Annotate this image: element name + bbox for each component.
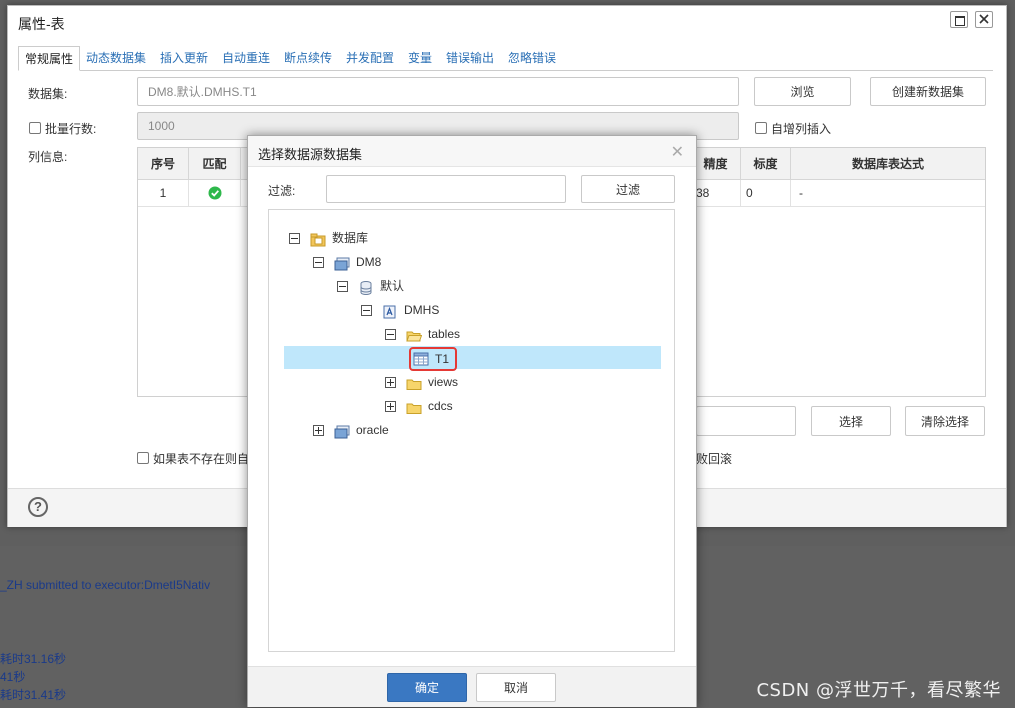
tree-node-dm8[interactable]: DM8	[313, 250, 381, 274]
log-line: 耗时31.16秒	[0, 652, 67, 666]
tab-concurrency[interactable]: 并发配置	[346, 46, 394, 70]
cell-match	[189, 180, 241, 207]
tree-selection-row	[284, 346, 661, 369]
folder-icon	[406, 375, 422, 390]
batch-rows-checkbox[interactable]	[29, 122, 41, 134]
tab-ignore-errors[interactable]: 忽略错误	[508, 46, 556, 70]
log-line: 耗时31.41秒	[0, 688, 67, 702]
tree-node-cdcs[interactable]: cdcs	[385, 394, 453, 418]
batch-rows-label: 批量行数:	[45, 122, 97, 136]
tab-general[interactable]: 常规属性	[18, 46, 81, 71]
auto-increment-label: 自增列插入	[771, 122, 832, 136]
dialog-title: 属性-表	[18, 16, 65, 32]
server-icon	[334, 255, 350, 271]
maximize-button[interactable]	[950, 11, 968, 28]
tab-error-output[interactable]: 错误输出	[446, 46, 494, 70]
schema-icon	[382, 303, 398, 319]
dataset-label: 数据集:	[28, 87, 68, 101]
cell-db-expression: -	[791, 180, 985, 207]
create-if-missing-checkbox[interactable]	[137, 452, 149, 464]
select-button[interactable]: 选择	[811, 406, 891, 436]
table-icon	[413, 352, 429, 366]
col-header-precision: 精度	[691, 148, 741, 180]
tree-label: tables	[428, 327, 461, 341]
create-dataset-button[interactable]: 创建新数据集	[870, 77, 986, 106]
tree-node-oracle[interactable]: oracle	[313, 418, 389, 442]
tree-node-dmhs[interactable]: DMHS	[361, 298, 439, 322]
collapse-icon[interactable]	[361, 304, 372, 316]
watermark: CSDN @浮世万千，看尽繁华	[756, 680, 1001, 701]
expand-icon[interactable]	[313, 424, 324, 436]
filter-label: 过滤:	[268, 184, 296, 198]
filter-input[interactable]	[326, 175, 566, 203]
modal-header: 选择数据源数据集 ✕	[248, 136, 696, 167]
create-if-missing-label: 如果表不存在则自	[153, 452, 250, 466]
tab-resume[interactable]: 断点续传	[284, 46, 332, 70]
tree-label: DMHS	[404, 303, 440, 317]
tab-auto-reconnect[interactable]: 自动重连	[222, 46, 270, 70]
dataset-tree: 数据库 DM8 默认 DMHS tables T1 views cdcs ora…	[268, 209, 675, 652]
collapse-icon[interactable]	[313, 256, 324, 268]
database-icon	[358, 279, 374, 295]
filter-button[interactable]: 过滤	[581, 175, 675, 203]
tab-insert-update[interactable]: 插入更新	[160, 46, 208, 70]
server-icon	[334, 423, 350, 439]
folder-icon	[406, 399, 422, 414]
tree-label: DM8	[356, 255, 382, 269]
tab-bar: 常规属性 动态数据集 插入更新 自动重连 断点续传 并发配置 变量 错误输出 忽…	[18, 46, 993, 71]
dataset-input[interactable]: DM8.默认.DMHS.T1	[137, 77, 739, 106]
modal-close-icon[interactable]: ✕	[671, 142, 684, 162]
tree-node-views[interactable]: views	[385, 370, 458, 394]
tree-label: T1	[435, 352, 450, 366]
clear-selection-button[interactable]: 清除选择	[905, 406, 985, 436]
folder-open-icon	[406, 327, 423, 342]
tree-node-t1[interactable]: T1	[409, 347, 458, 371]
cancel-button[interactable]: 取消	[476, 673, 556, 702]
tree-label: 默认	[380, 279, 405, 293]
collapse-icon[interactable]	[337, 280, 348, 292]
cell-scale: 0	[741, 180, 791, 207]
modal-title: 选择数据源数据集	[258, 147, 363, 162]
log-line: 41秒	[0, 670, 26, 684]
log-line: _ZH submitted to executor:DmetI5Nativ	[0, 578, 211, 592]
close-icon	[979, 14, 989, 24]
column-info-label: 列信息:	[28, 150, 68, 164]
database-folder-icon	[310, 231, 326, 247]
tree-node-database[interactable]: 数据库	[289, 226, 368, 250]
browse-button[interactable]: 浏览	[754, 77, 851, 106]
tab-variables[interactable]: 变量	[408, 46, 432, 70]
tree-label: oracle	[356, 423, 389, 437]
tree-node-default[interactable]: 默认	[337, 274, 404, 298]
tree-label: views	[428, 375, 459, 389]
ok-button[interactable]: 确定	[387, 673, 467, 702]
col-header-seq: 序号	[138, 148, 189, 180]
modal-footer: 确定 取消	[248, 666, 696, 707]
tree-node-tables[interactable]: tables	[385, 322, 460, 346]
expand-icon[interactable]	[385, 400, 396, 412]
col-header-db-expression: 数据库表达式	[791, 148, 985, 180]
tab-dynamic-dataset[interactable]: 动态数据集	[86, 46, 146, 70]
help-icon[interactable]: ?	[28, 497, 48, 517]
maximize-icon	[955, 16, 965, 26]
check-circle-icon	[208, 186, 221, 200]
tree-label: 数据库	[332, 231, 369, 245]
selection-input[interactable]	[696, 406, 796, 436]
col-header-match: 匹配	[189, 148, 241, 180]
close-button[interactable]	[975, 11, 993, 28]
col-header-scale: 标度	[741, 148, 791, 180]
auto-increment-checkbox[interactable]	[755, 122, 767, 134]
collapse-icon[interactable]	[289, 232, 300, 244]
collapse-icon[interactable]	[385, 328, 396, 340]
cell-precision: 38	[691, 180, 741, 207]
expand-icon[interactable]	[385, 376, 396, 388]
select-dataset-modal: 选择数据源数据集 ✕ 过滤: 过滤 数据库 DM8 默认 DMHS tables…	[247, 135, 697, 707]
tree-label: cdcs	[428, 399, 453, 413]
cell-seq: 1	[138, 180, 189, 207]
